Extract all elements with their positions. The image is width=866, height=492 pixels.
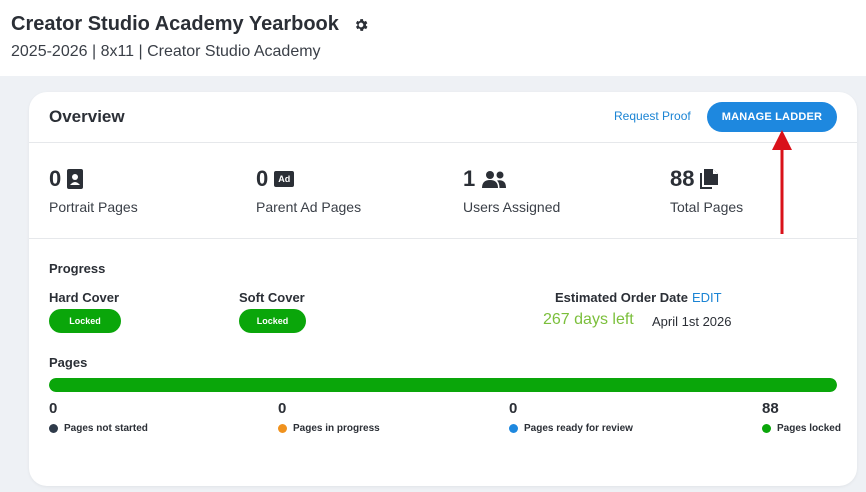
days-left: 267 days left <box>543 311 634 328</box>
progress-title: Progress <box>49 261 106 276</box>
count-locked: 88 <box>762 400 779 417</box>
estimated-order-label: Estimated Order Date <box>555 290 688 305</box>
page-title: Creator Studio Academy Yearbook <box>11 13 339 35</box>
pages-progress-fill <box>49 378 837 392</box>
overview-card: Overview Request Proof MANAGE LADDER 0 P… <box>29 92 857 486</box>
status-dot <box>49 424 58 433</box>
legend-ready-for-review: Pages ready for review <box>509 423 633 434</box>
soft-cover-label: Soft Cover <box>239 290 305 305</box>
pages-icon <box>700 169 719 189</box>
hard-cover-status-badge: Locked <box>49 309 121 333</box>
legend-label: Pages not started <box>64 423 148 434</box>
gear-icon[interactable] <box>353 17 369 33</box>
overview-header: Overview Request Proof MANAGE LADDER <box>29 92 857 143</box>
count-in-progress: 0 <box>278 400 287 417</box>
portrait-icon <box>67 169 84 189</box>
legend-not-started: Pages not started <box>49 423 148 434</box>
legend-label: Pages ready for review <box>524 423 633 434</box>
status-dot <box>762 424 771 433</box>
stat-label: Users Assigned <box>463 199 561 215</box>
order-date: April 1st 2026 <box>652 314 732 329</box>
stats-row: 0 Portrait Pages 0 Ad Parent Ad Pages 1 … <box>29 143 857 239</box>
count-not-started: 0 <box>49 400 58 417</box>
stat-portrait-pages: 0 Portrait Pages <box>49 165 138 215</box>
page-subtitle: 2025-2026 | 8x11 | Creator Studio Academ… <box>11 43 321 60</box>
users-icon <box>482 171 507 188</box>
top-bar: Creator Studio Academy Yearbook 2025-202… <box>0 0 866 76</box>
stat-value: 0 <box>49 166 62 191</box>
stat-total-pages: 88 Total Pages <box>670 165 743 215</box>
hard-cover-label: Hard Cover <box>49 290 120 305</box>
stat-label: Total Pages <box>670 199 744 215</box>
stat-users-assigned: 1 Users Assigned <box>463 165 560 215</box>
title-row: Creator Studio Academy Yearbook <box>11 13 369 36</box>
status-dot <box>278 424 287 433</box>
estimated-order-date: Estimated Order Date EDIT <box>555 290 722 305</box>
count-ready-for-review: 0 <box>509 400 518 417</box>
pages-progress-bar <box>49 378 837 392</box>
legend-in-progress: Pages in progress <box>278 423 380 434</box>
edit-order-date-link[interactable]: EDIT <box>692 290 722 305</box>
status-dot <box>509 424 518 433</box>
soft-cover-status-badge: Locked <box>239 309 306 333</box>
ad-icon: Ad <box>274 171 295 187</box>
annotation-arrow-icon <box>772 130 792 234</box>
stat-value: 88 <box>670 166 695 191</box>
legend-locked: Pages locked <box>762 423 841 434</box>
stat-label: Parent Ad Pages <box>256 199 362 215</box>
request-proof-link[interactable]: Request Proof <box>614 109 691 123</box>
pages-title: Pages <box>49 355 88 370</box>
legend-label: Pages locked <box>777 423 841 434</box>
legend-label: Pages in progress <box>293 423 380 434</box>
overview-title: Overview <box>49 107 125 126</box>
stat-value: 0 <box>256 166 269 191</box>
stat-value: 1 <box>463 166 476 191</box>
stat-parent-ad-pages: 0 Ad Parent Ad Pages <box>256 165 361 215</box>
stat-label: Portrait Pages <box>49 199 138 215</box>
